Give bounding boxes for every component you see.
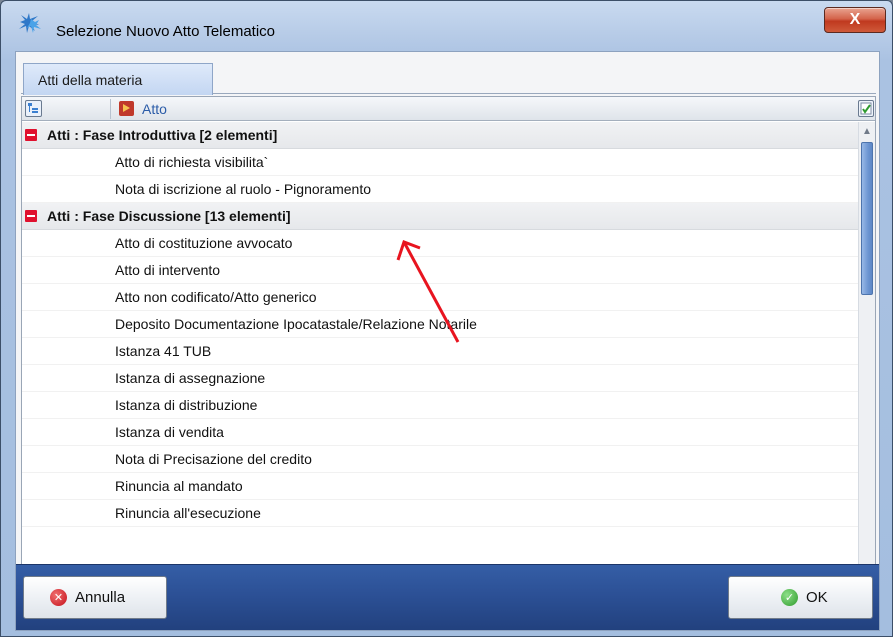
list-item[interactable]: Atto di intervento: [22, 257, 858, 284]
collapse-minus-icon[interactable]: [25, 129, 37, 141]
list-item[interactable]: Nota di iscrizione al ruolo - Pignoramen…: [22, 176, 858, 203]
column-header-atto[interactable]: Atto: [142, 101, 167, 117]
dialog-client-area: Atti della materia Atto Atti: Fase Intr…: [15, 51, 880, 631]
grid-column-header: Atto: [22, 97, 875, 121]
list-item[interactable]: Atto non codificato/Atto generico: [22, 284, 858, 311]
list-item[interactable]: Istanza di assegnazione: [22, 365, 858, 392]
close-button[interactable]: X: [824, 7, 886, 33]
list-item[interactable]: Deposito Documentazione Ipocatastale/Rel…: [22, 311, 858, 338]
title-bar[interactable]: Selezione Nuovo Atto Telematico X: [1, 1, 892, 47]
scrollbar-thumb[interactable]: [861, 142, 873, 295]
list-item[interactable]: Istanza di distribuzione: [22, 392, 858, 419]
scroll-up-icon[interactable]: ▲: [862, 126, 872, 137]
list-item[interactable]: Istanza 41 TUB: [22, 338, 858, 365]
vertical-scrollbar[interactable]: ▲ ▼: [858, 122, 875, 605]
partially-visible-row[interactable]: ​: [22, 527, 858, 541]
header-separator: [110, 99, 111, 119]
dialog-footer: ✕ Annulla ✓ OK: [16, 564, 879, 630]
list-item[interactable]: Nota di Precisazione del credito: [22, 446, 858, 473]
app-gear-icon: [19, 13, 41, 33]
list-item[interactable]: Atto di costituzione avvocato: [22, 230, 858, 257]
acts-grid[interactable]: Atto Atti : Fase Introduttiva [2 element…: [21, 96, 876, 606]
group-label: Atti : Fase Discussione [13 elementi]: [47, 208, 291, 224]
cancel-label: Annulla: [75, 589, 126, 606]
tab-atti-della-materia[interactable]: Atti della materia: [23, 63, 213, 95]
ok-check-icon: ✓: [781, 589, 798, 606]
tab-strip: Atti della materia: [21, 58, 876, 95]
close-icon: X: [849, 11, 861, 28]
document-flag-icon: [119, 101, 134, 116]
window-title: Selezione Nuovo Atto Telematico: [56, 23, 276, 40]
dialog-window: Selezione Nuovo Atto Telematico X Atti d…: [0, 0, 893, 637]
ok-label: OK: [806, 589, 828, 606]
ok-button[interactable]: ✓ OK: [728, 576, 873, 619]
list-item[interactable]: Rinuncia al mandato: [22, 473, 858, 500]
group-row-fase-introduttiva[interactable]: Atti : Fase Introduttiva [2 elementi]: [22, 122, 858, 149]
list-item[interactable]: Istanza di vendita: [22, 419, 858, 446]
group-label: Atti : Fase Introduttiva [2 elementi]: [47, 127, 278, 143]
cancel-x-icon: ✕: [50, 589, 67, 606]
tab-label: Atti della materia: [38, 71, 143, 88]
cancel-button[interactable]: ✕ Annulla: [23, 576, 167, 619]
group-row-fase-discussione[interactable]: Atti : Fase Discussione [13 elementi]: [22, 203, 858, 230]
tree-toggle-icon[interactable]: [25, 100, 42, 117]
list-item[interactable]: Rinuncia all'esecuzione: [22, 500, 858, 527]
list-item[interactable]: Atto di richiesta visibilita`: [22, 149, 858, 176]
collapse-minus-icon[interactable]: [25, 210, 37, 222]
grid-rows: Atti : Fase Introduttiva [2 elementi] At…: [22, 122, 858, 541]
column-chooser-icon[interactable]: [858, 100, 874, 117]
